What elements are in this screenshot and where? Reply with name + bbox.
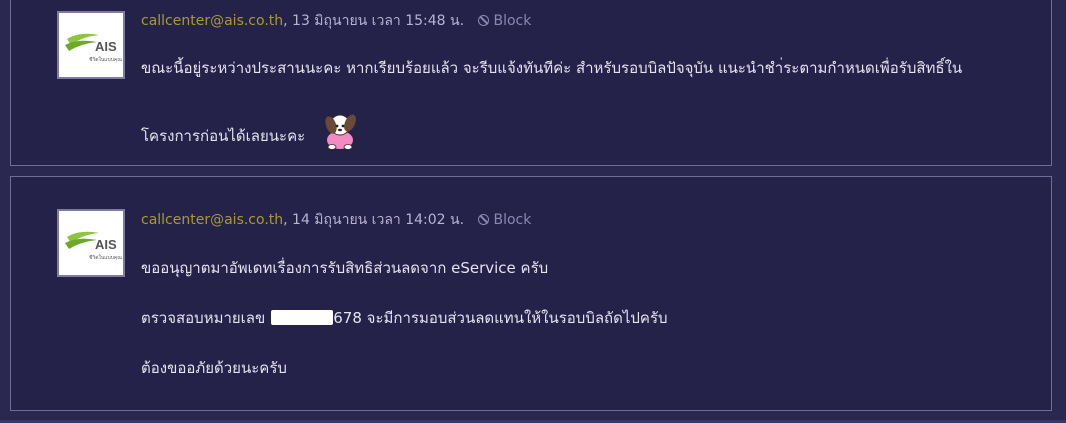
comment-text: ตรวจสอบหมายเลข — [141, 309, 266, 327]
comment-meta: callcenter@ais.co.th, 14 มิถุนายน เวลา 1… — [141, 209, 531, 231]
avatar[interactable]: AIS ชีวิตในแบบคุณ — [57, 209, 125, 277]
comment-text-line: ขณะนี้อยู่ระหว่างประสานนะคะ หากเรียบร้อย… — [141, 59, 963, 77]
author-email-link[interactable]: callcenter@ais.co.th — [141, 212, 283, 228]
block-label: Block — [493, 13, 532, 29]
ais-logo-icon: AIS ชีวิตในแบบคุณ — [65, 231, 122, 261]
author-email-link[interactable]: callcenter@ais.co.th — [141, 13, 283, 29]
block-label: Block — [493, 212, 532, 228]
comment-text-line: โครงการก่อนได้เลยนะคะ — [141, 109, 364, 157]
comment-date: , 13 มิถุนายน เวลา 15:48 น. — [283, 13, 465, 29]
puppy-sticker-icon — [318, 109, 364, 157]
comment-card: AIS ชีวิตในแบบคุณ callcenter@ais.co.th, … — [10, 176, 1052, 411]
comment-text-line: ขออนุญาตมาอัพเดทเรื่องการรับสิทธิส่วนลดจ… — [141, 259, 549, 277]
redaction-block — [271, 310, 334, 325]
logo-text: AIS — [95, 237, 117, 252]
comment-card: AIS ชีวิตในแบบคุณ callcenter@ais.co.th, … — [10, 0, 1052, 166]
avatar[interactable]: AIS ชีวิตในแบบคุณ — [57, 11, 125, 79]
comment-meta: callcenter@ais.co.th, 13 มิถุนายน เวลา 1… — [141, 10, 531, 32]
comment-date: , 14 มิถุนายน เวลา 14:02 น. — [283, 212, 465, 228]
comment-text-line: ต้องขออภัยด้วยนะครับ — [141, 359, 287, 377]
logo-subtext: ชีวิตในแบบคุณ — [89, 254, 122, 261]
comment-text-line: ตรวจสอบหมายเลข 678 จะมีการมอบส่วนลดแทนให้… — [141, 306, 668, 330]
block-button[interactable]: Block — [478, 13, 531, 29]
ais-logo-icon: AIS ชีวิตในแบบคุณ — [65, 33, 122, 63]
logo-text: AIS — [95, 39, 117, 54]
block-button[interactable]: Block — [478, 212, 531, 228]
comment-text: โครงการก่อนได้เลยนะคะ — [141, 127, 306, 145]
block-icon — [478, 214, 490, 225]
comment-text: 678 จะมีการมอบส่วนลดแทนให้ในรอบบิลถัดไปค… — [333, 309, 668, 327]
block-icon — [478, 15, 490, 26]
logo-subtext: ชีวิตในแบบคุณ — [89, 56, 122, 63]
page: AIS ชีวิตในแบบคุณ callcenter@ais.co.th, … — [0, 0, 1066, 423]
